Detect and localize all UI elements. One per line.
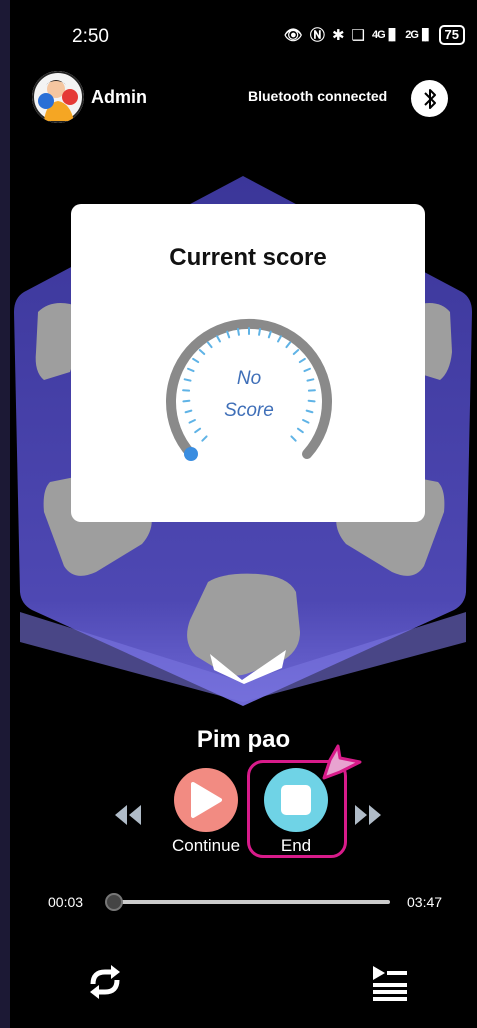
- gauge-tick: [296, 427, 304, 434]
- vibrate-icon: ❑: [351, 26, 365, 44]
- gauge-tick: [277, 335, 282, 343]
- gauge-tick: [201, 435, 208, 442]
- playlist-icon[interactable]: [370, 962, 410, 1002]
- gauge-tick: [192, 357, 200, 364]
- progress-thumb[interactable]: [104, 893, 123, 911]
- play-icon: [191, 782, 222, 818]
- nfc-icon: Ⓝ: [309, 27, 325, 44]
- score-card: Current score No Score: [71, 204, 425, 522]
- gauge-tick: [198, 349, 206, 356]
- gauge-tick: [194, 427, 202, 434]
- score-gauge: No Score: [159, 304, 339, 484]
- score-title: Current score: [169, 244, 327, 271]
- username: Admin: [91, 87, 147, 107]
- avatar[interactable]: [32, 71, 84, 123]
- total-time: 03:47: [407, 894, 443, 910]
- eye-icon: 👁︎: [283, 26, 303, 44]
- bluetooth-icon: [423, 88, 436, 109]
- gauge-tick: [216, 335, 221, 343]
- continue-label: Continue: [171, 836, 241, 855]
- repeat-icon[interactable]: [85, 962, 125, 1002]
- status-time: 2:50: [72, 26, 109, 47]
- gauge-indicator: [184, 447, 198, 461]
- app-screen: 2:50 👁︎ Ⓝ ✱ ❑ 4G▐▌ 2G▐▌ 75 Admin Bluetoo…: [10, 0, 477, 1028]
- bluetooth-button[interactable]: [411, 80, 448, 117]
- gauge-tick: [258, 327, 262, 336]
- gauge-tick: [206, 341, 213, 349]
- gauge-tick: [267, 330, 272, 339]
- progress-track[interactable]: [110, 900, 390, 904]
- gauge-tick: [285, 341, 292, 349]
- bluetooth-status-icon: ✱: [331, 26, 345, 44]
- pointer-icon: [322, 744, 362, 780]
- gauge-tick: [290, 435, 297, 442]
- track-name: Pim pao: [196, 726, 291, 753]
- score-line-2: Score: [224, 400, 274, 421]
- fast-forward-icon[interactable]: [353, 803, 383, 827]
- signal-icon-1: 4G▐▌: [371, 28, 399, 41]
- gauge-tick: [226, 330, 231, 339]
- current-time: 00:03: [48, 894, 84, 910]
- continue-button[interactable]: [174, 768, 238, 832]
- battery-icon: 75: [438, 24, 465, 45]
- bluetooth-status-label: Bluetooth connected: [248, 88, 388, 104]
- status-icons: 👁︎ Ⓝ ✱ ❑ 4G▐▌ 2G▐▌ 75: [284, 24, 465, 45]
- gauge-tick: [236, 327, 240, 336]
- gauge-tick: [292, 349, 300, 356]
- rewind-icon[interactable]: [113, 803, 143, 827]
- signal-icon-2: 2G▐▌: [405, 28, 432, 41]
- score-line-1: No: [236, 368, 262, 389]
- gauge-tick: [298, 357, 306, 364]
